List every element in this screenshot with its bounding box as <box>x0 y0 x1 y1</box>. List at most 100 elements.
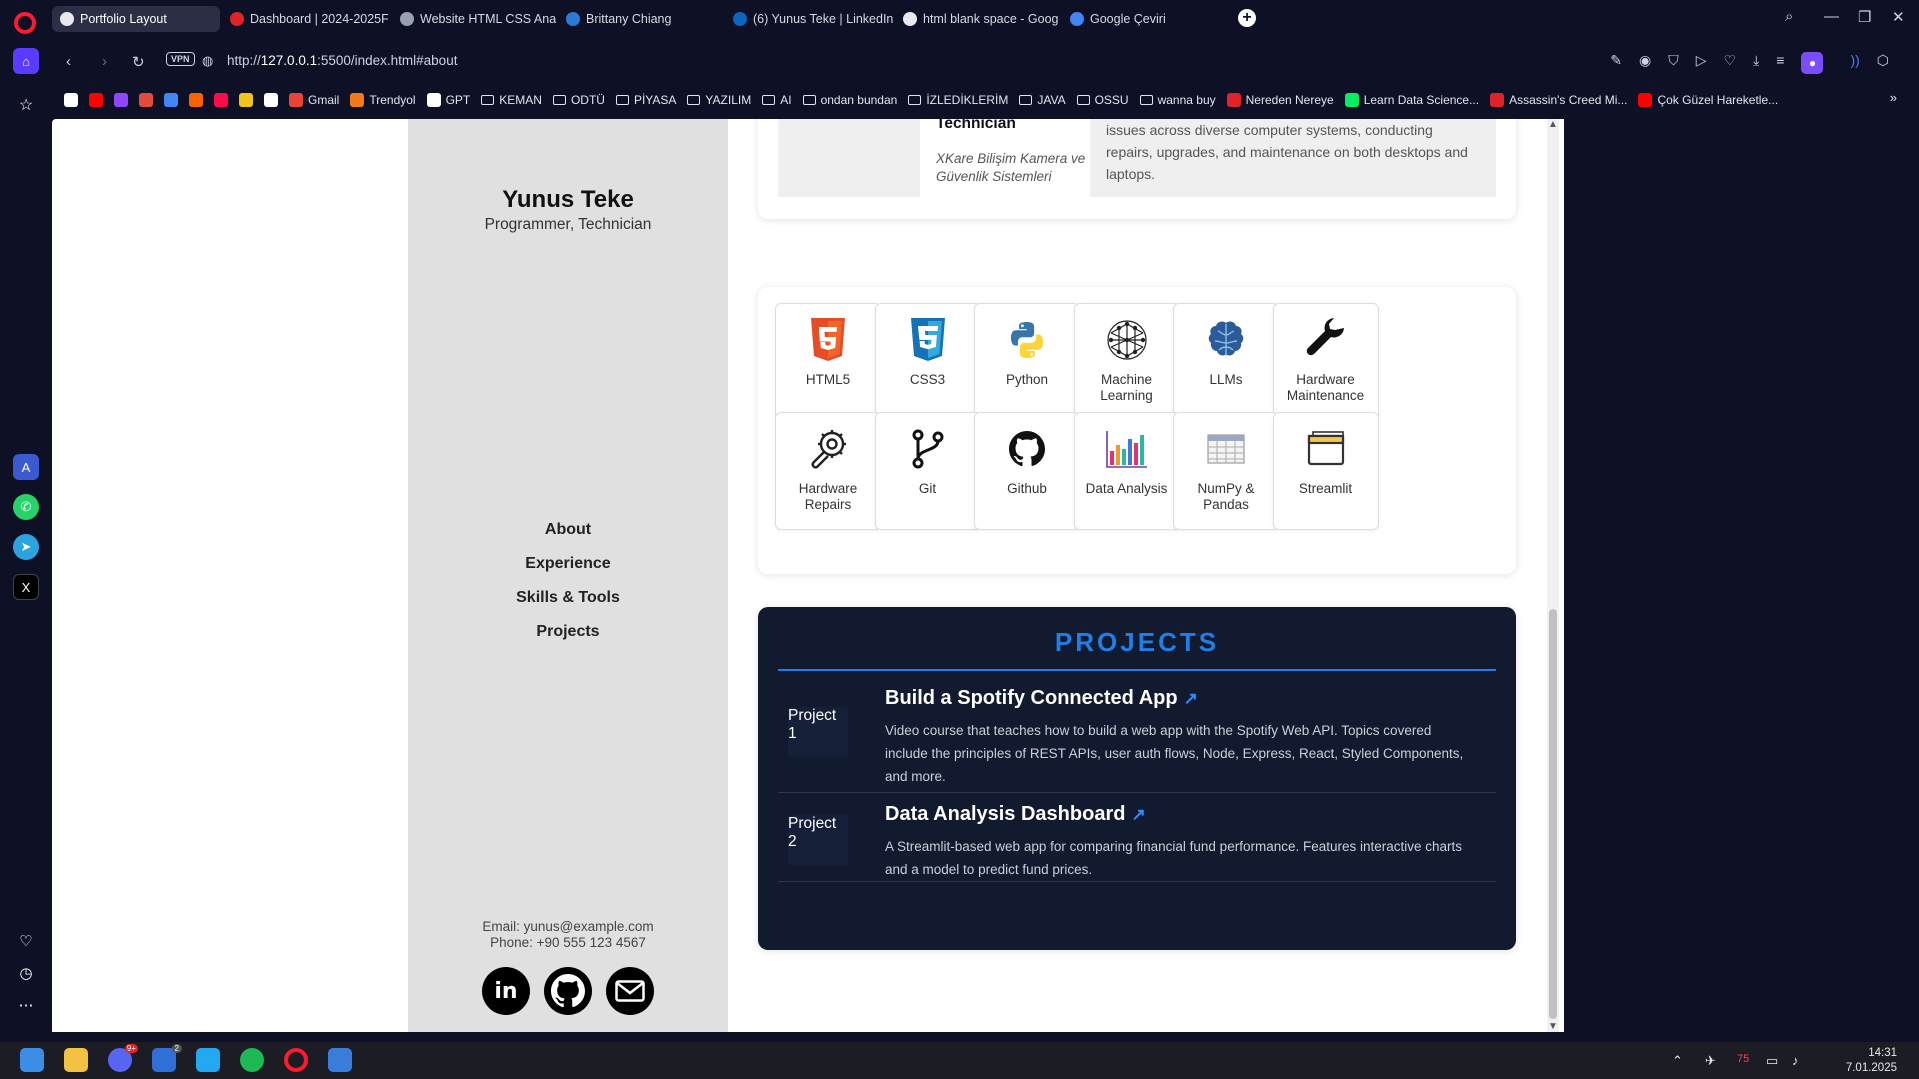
tray-temp[interactable]: 75 <box>1737 1053 1749 1065</box>
vpn-badge[interactable]: VPN <box>166 52 195 66</box>
minimize-button[interactable]: — <box>1824 8 1839 25</box>
vscode-icon[interactable] <box>196 1048 220 1072</box>
wrench-icon <box>1302 314 1350 366</box>
volume-icon[interactable]: ♪ <box>1792 1053 1799 1068</box>
whatsapp-icon[interactable]: ✆ <box>13 494 39 520</box>
site-info-icon[interactable]: ◍ <box>202 53 213 69</box>
bookmark-item[interactable] <box>239 93 253 107</box>
scroll-down-icon[interactable]: ▼ <box>1547 1021 1559 1032</box>
file-explorer-icon[interactable] <box>64 1048 88 1072</box>
project-title[interactable]: Build a Spotify Connected App ↗ <box>885 687 1198 710</box>
bookmark-item[interactable] <box>214 93 228 107</box>
tray-app-icon[interactable]: ✈ <box>1705 1053 1716 1069</box>
bookmark-item[interactable] <box>264 93 278 107</box>
new-tab-button[interactable]: + <box>1238 9 1256 27</box>
home-icon[interactable]: ⌂ <box>13 48 39 74</box>
bookmark-item[interactable]: wanna buy <box>1139 93 1216 107</box>
opera-logo-icon[interactable] <box>14 12 36 34</box>
bookmark-item[interactable]: PİYASA <box>615 93 676 107</box>
scroll-thumb[interactable] <box>1549 609 1557 1019</box>
forward-icon[interactable]: › <box>102 53 107 70</box>
bookmark-item[interactable] <box>189 93 203 107</box>
bookmark-item[interactable]: OSSU <box>1076 93 1129 107</box>
nav-about[interactable]: About <box>408 513 728 547</box>
tab-title: Portfolio Layout <box>80 12 167 26</box>
browser-tab[interactable]: (6) Yunus Teke | LinkedIn <box>725 6 893 32</box>
photos-icon[interactable] <box>328 1048 352 1072</box>
bookmark-item[interactable]: Nereden Nereye <box>1226 93 1334 107</box>
bookmark-item[interactable] <box>139 93 153 107</box>
bookmark-item[interactable]: Learn Data Science... <box>1344 93 1479 107</box>
close-window-button[interactable]: ✕ <box>1892 8 1905 26</box>
profile-icon[interactable]: ● <box>1801 52 1824 74</box>
search-tabs-icon[interactable]: ⌕ <box>1785 8 1793 25</box>
browser-tab[interactable]: Brittany Chiang <box>558 6 722 32</box>
opera-taskbar-icon[interactable] <box>284 1048 308 1072</box>
github-icon[interactable] <box>544 967 592 1015</box>
mail-icon[interactable] <box>606 967 654 1015</box>
bookmark-item[interactable] <box>89 93 103 107</box>
windows-start-icon[interactable] <box>20 1048 44 1072</box>
restore-button[interactable]: ❐ <box>1858 8 1871 26</box>
linkedin-icon[interactable]: in <box>482 967 530 1015</box>
url-field[interactable]: http://127.0.0.1:5500/index.html#about <box>227 53 457 68</box>
heart-icon[interactable]: ♡ <box>1724 52 1737 74</box>
bookmark-item[interactable]: KEMAN <box>481 93 542 107</box>
bookmark-item[interactable]: İZLEDİKLERİM <box>908 93 1008 107</box>
spotify-icon[interactable] <box>240 1048 264 1072</box>
bookmark-item[interactable]: ODTÜ <box>552 93 605 107</box>
discord-icon[interactable]: 9+ <box>108 1044 138 1072</box>
browser-tab[interactable]: Dashboard | 2024-2025FA <box>222 6 388 32</box>
bookmark-item[interactable]: YAZILIM <box>687 93 751 107</box>
download-icon[interactable]: ⤓ <box>1753 52 1759 74</box>
aria-icon[interactable]: )) <box>1850 52 1859 74</box>
bookmark-item[interactable]: Gmail <box>289 93 339 107</box>
bookmark-item[interactable]: Çok Güzel Hareketle... <box>1638 93 1778 107</box>
camera-icon[interactable]: ◉ <box>1639 52 1651 74</box>
reload-icon[interactable]: ↻ <box>132 53 145 71</box>
project-item[interactable]: Project 1 Build a Spotify Connected App ↗… <box>778 685 1496 793</box>
bookmark-item[interactable]: ondan bundan <box>802 93 897 107</box>
edit-icon[interactable]: ✎ <box>1610 52 1622 74</box>
nav-projects[interactable]: Projects <box>408 615 728 649</box>
play-icon[interactable]: ▷ <box>1696 52 1707 74</box>
bookmark-item[interactable]: Trendyol <box>350 93 416 107</box>
shield-icon[interactable]: ⛉ <box>1668 52 1679 74</box>
aria-app-icon[interactable]: A <box>13 454 39 480</box>
tray-chevron-icon[interactable]: ⌃ <box>1672 1053 1683 1069</box>
menu-icon[interactable]: ≡ <box>1776 52 1784 74</box>
telegram-icon[interactable]: ➤ <box>13 534 39 560</box>
bookmark-item[interactable] <box>114 93 128 107</box>
browser-tab[interactable]: Portfolio Layout <box>52 6 220 32</box>
cube-icon[interactable]: ⬡ <box>1877 52 1889 74</box>
project-title[interactable]: Data Analysis Dashboard ↗ <box>885 803 1146 826</box>
history-icon[interactable]: ◷ <box>13 960 39 986</box>
bookmark-item[interactable]: GPT <box>426 93 470 107</box>
pin-icon[interactable]: ☆ <box>13 92 39 118</box>
browser-tab[interactable]: Google Çeviri <box>1062 6 1222 32</box>
heart-sidebar-icon[interactable]: ♡ <box>13 928 39 954</box>
page-scrollbar[interactable]: ▲ ▼ <box>1547 119 1559 1032</box>
skill-tile: HTML5 <box>775 303 881 421</box>
browser-tab[interactable]: Website HTML CSS Analys <box>392 6 556 32</box>
bookmark-item[interactable] <box>64 93 78 107</box>
nav-skills[interactable]: Skills & Tools <box>408 581 728 615</box>
more-bookmarks-icon[interactable]: » <box>1890 90 1897 105</box>
todo-icon[interactable]: 2 <box>152 1044 182 1072</box>
bookmark-item[interactable] <box>164 93 178 107</box>
project-description: Video course that teaches how to build a… <box>885 723 1464 784</box>
bookmark-item[interactable]: JAVA <box>1019 93 1066 107</box>
nav-experience[interactable]: Experience <box>408 547 728 581</box>
back-icon[interactable]: ‹ <box>66 53 71 70</box>
html5-icon <box>804 314 852 366</box>
more-icon[interactable]: ⋯ <box>13 992 39 1018</box>
project-item[interactable]: Project 2 Data Analysis Dashboard ↗ A Str… <box>778 793 1496 882</box>
scroll-up-icon[interactable]: ▲ <box>1547 119 1559 130</box>
bookmark-item[interactable]: Assassin's Creed Mi... <box>1490 93 1627 107</box>
skill-label: Hardware Maintenance <box>1286 372 1365 403</box>
x-app-icon[interactable]: X <box>13 574 39 600</box>
bookmark-item[interactable]: AI <box>762 93 792 107</box>
network-icon[interactable]: ▭ <box>1766 1053 1778 1069</box>
clock[interactable]: 14:31 7.01.2025 <box>1846 1046 1897 1076</box>
browser-tab[interactable]: html blank space - Google <box>895 6 1059 32</box>
